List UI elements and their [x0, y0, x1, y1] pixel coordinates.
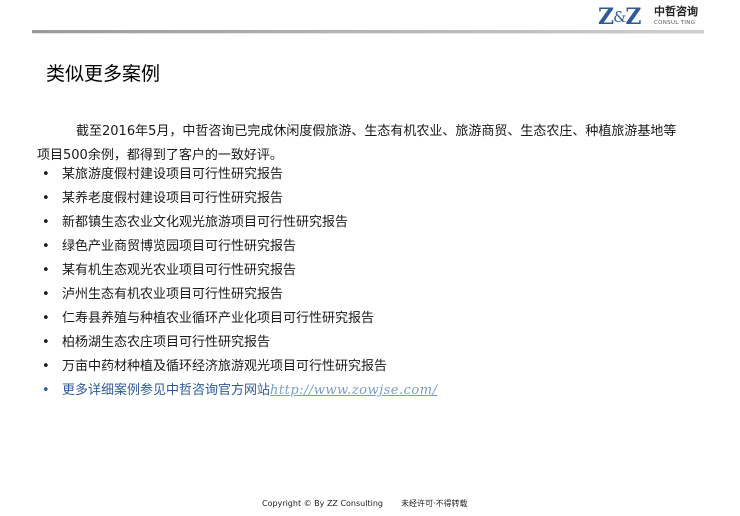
more-cases-line: • 更多详细案例参见中哲咨询官方网站http://www.zowjse.com/ [42, 379, 437, 403]
case-label: 某旅游度假村建设项目可行性研究报告 [62, 167, 284, 182]
case-label: 万亩中药材种植及循环经济旅游观光项目可行性研究报告 [62, 359, 388, 374]
case-label: 某养老度假村建设项目可行性研究报告 [62, 191, 284, 206]
case-item: • 绿色产业商贸博览园项目可行性研究报告 [42, 235, 387, 259]
case-item: • 柏杨湖生态农庄项目可行性研究报告 [42, 331, 387, 355]
bullet: • [42, 335, 50, 350]
bullet: • [42, 215, 50, 230]
case-item: • 新都镇生态农业文化观光旅游项目可行性研究报告 [42, 211, 387, 235]
bullet: • [42, 383, 50, 398]
case-item: • 仁寿县养殖与种植农业循环产业化项目可行性研究报告 [42, 307, 387, 331]
bullet: • [42, 191, 50, 206]
case-label: 绿色产业商贸博览园项目可行性研究报告 [62, 239, 297, 254]
logo-mark: Z&Z [598, 4, 641, 30]
bullet: • [42, 359, 50, 374]
intro-paragraph: 截至2016年5月，中哲咨询已完成休闲度假旅游、生态有机农业、旅游商贸、生态农庄… [37, 124, 677, 163]
logo-chinese-name: 中哲咨询 [654, 5, 698, 18]
bullet: • [42, 287, 50, 302]
case-item: • 泸州生态有机农业项目可行性研究报告 [42, 283, 387, 307]
footer-copyright: Copyright © By ZZ Consulting [262, 499, 383, 508]
header-divider-shadow [32, 33, 704, 34]
case-label: 柏杨湖生态农庄项目可行性研究报告 [62, 335, 271, 350]
logo-english-name: CONSUL TING [654, 20, 696, 26]
case-label: 某有机生态观光农业项目可行性研究报告 [62, 263, 297, 278]
case-label: 新都镇生态农业文化观光旅游项目可行性研究报告 [62, 215, 349, 230]
bullet: • [42, 311, 50, 326]
case-label: 仁寿县养殖与种植农业循环产业化项目可行性研究报告 [62, 311, 375, 326]
bullet: • [42, 167, 50, 182]
bullet: • [42, 263, 50, 278]
page-title: 类似更多案例 [46, 63, 161, 85]
more-cases-text: 更多详细案例参见中哲咨询官方网站 [62, 383, 271, 398]
case-item: • 某养老度假村建设项目可行性研究报告 [42, 187, 387, 211]
bullet: • [42, 239, 50, 254]
website-link[interactable]: http://www.zowjse.com/ [270, 383, 437, 398]
case-item: • 某有机生态观光农业项目可行性研究报告 [42, 259, 387, 283]
company-logo: Z&Z 中哲咨询 CONSUL TING [598, 5, 718, 29]
footer: Copyright © By ZZ Consulting 未经许可·不得转载 [262, 498, 468, 510]
case-item: • 万亩中药材种植及循环经济旅游观光项目可行性研究报告 [42, 355, 387, 379]
case-label: 泸州生态有机农业项目可行性研究报告 [62, 287, 284, 302]
footer-note: 未经许可·不得转载 [400, 499, 468, 508]
case-item: • 某旅游度假村建设项目可行性研究报告 [42, 163, 387, 187]
case-list: • 某旅游度假村建设项目可行性研究报告 • 某养老度假村建设项目可行性研究报告 • 新… [42, 163, 387, 379]
